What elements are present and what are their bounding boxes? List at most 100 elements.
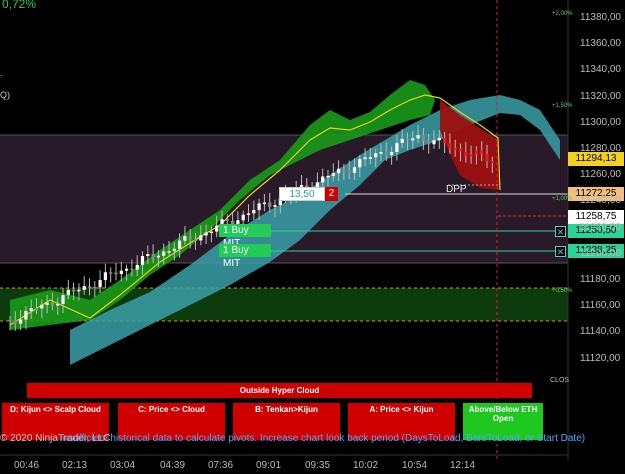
candle-body [93, 286, 97, 289]
candle-body [342, 168, 346, 171]
candle-body [24, 310, 28, 320]
candle-body [72, 289, 76, 292]
change-percent: 0,72% [2, 0, 37, 11]
candle-body [77, 289, 81, 292]
candle-body [199, 235, 203, 241]
cancel-order-2-icon[interactable]: ✕ [555, 246, 566, 257]
position-count-badge[interactable]: 2 [325, 187, 338, 201]
pivot-warning-text: Insufficient historical data to calculat… [60, 433, 586, 444]
x-tick-label: 03:04 [110, 460, 136, 471]
candle-body [384, 152, 388, 155]
candle-body [119, 270, 123, 275]
position-qty-box[interactable]: 13,50 [279, 187, 325, 201]
candle-body [480, 150, 484, 155]
x-tick-label: 00:46 [14, 460, 40, 471]
candle-body [114, 272, 118, 275]
candle-body [19, 319, 23, 324]
candle-body [140, 256, 145, 265]
candle-body [268, 202, 272, 207]
candle-body [188, 236, 192, 240]
x-tick-label: 09:01 [256, 460, 282, 471]
candle-body [416, 135, 420, 139]
dpp-label: DPP [446, 184, 467, 195]
candle-body [34, 308, 39, 310]
pct-label-2: +1,50% [552, 103, 573, 109]
y-tick-label: 11320,00 [580, 90, 621, 102]
x-tick-label: 09:35 [305, 460, 331, 471]
candle-body [130, 268, 134, 271]
candle-body [252, 210, 256, 214]
candle-body [337, 168, 341, 174]
candle-body [395, 142, 399, 152]
candle-body [474, 150, 478, 155]
x-tick-label: 02:13 [62, 460, 88, 471]
candle-body [390, 151, 394, 155]
candle-body [135, 264, 139, 270]
pct-label-1: +2,00% [552, 11, 573, 17]
candle-body [358, 159, 362, 168]
candle-body [193, 239, 198, 241]
y-tick-label: 11260,00 [580, 169, 621, 181]
candle-body [241, 214, 245, 221]
candle-body [246, 213, 251, 215]
candle-body [61, 295, 65, 304]
candle-body [262, 202, 266, 205]
x-tick-label: 12:14 [450, 460, 476, 471]
y-tick-label: 11380,00 [580, 12, 621, 23]
candle-body [82, 286, 86, 290]
candle-body [443, 137, 447, 144]
candle-body [427, 140, 431, 145]
clos-label: CLOS [550, 377, 570, 384]
y-tick-label: 11160,00 [580, 300, 621, 312]
candle-body [458, 148, 463, 152]
candle-body [109, 272, 113, 274]
candle-body [411, 138, 415, 141]
candle-body [215, 225, 219, 232]
candle-body [421, 135, 425, 141]
candle-body [273, 205, 277, 207]
candle-body [156, 255, 160, 258]
candle-body [257, 203, 261, 211]
side-mark-1: . [0, 68, 3, 78]
y-tick-label: 11180,00 [580, 274, 621, 285]
side-mark-2: Q) [0, 90, 10, 100]
candle-body [400, 138, 404, 143]
y-tick-label: 11240,00 [580, 195, 621, 207]
candle-body [125, 268, 129, 271]
candle-body [485, 154, 489, 162]
x-tick-label: 07:36 [208, 460, 234, 471]
candle-body [490, 161, 494, 163]
candle-body [151, 254, 155, 258]
candle-body [40, 304, 44, 309]
candle-body [379, 152, 383, 154]
candle-body [209, 231, 213, 234]
candle-body [326, 175, 330, 178]
candle-body [368, 157, 372, 159]
candle-body [172, 248, 176, 252]
candle-body [347, 170, 351, 173]
buy-mit-order-1[interactable]: 1 Buy MIT [219, 224, 271, 249]
candle-body [453, 148, 457, 150]
y-tick-label: 11340,00 [580, 64, 621, 76]
hyper-cloud-banner: Outside Hyper Cloud [27, 383, 532, 398]
y-tick-label: 11120,00 [580, 352, 621, 364]
x-tick-label: 10:02 [353, 460, 379, 471]
candle-body [66, 289, 70, 296]
candle-body [448, 143, 452, 149]
candle-body [56, 303, 60, 306]
candle-body [45, 302, 49, 305]
y-tick-label: 11200,00 [580, 247, 621, 259]
y-tick-label: 11300,00 [580, 116, 621, 128]
candle-body [146, 254, 150, 257]
buy-mit-order-2[interactable]: 1 Buy MIT [219, 244, 271, 269]
y-tick-label: 11140,00 [580, 326, 621, 338]
candle-body [374, 153, 378, 158]
candle-body [363, 157, 367, 160]
candle-body [204, 232, 208, 236]
candle-body [103, 272, 107, 281]
pct-label-4: +0,50% [552, 288, 573, 294]
candle-body [432, 140, 436, 145]
candle-body [13, 320, 17, 324]
status-notice: © 2020 NinjaTrader, LLC Insufficient his… [0, 433, 585, 444]
cancel-order-1-icon[interactable]: ✕ [555, 226, 566, 237]
